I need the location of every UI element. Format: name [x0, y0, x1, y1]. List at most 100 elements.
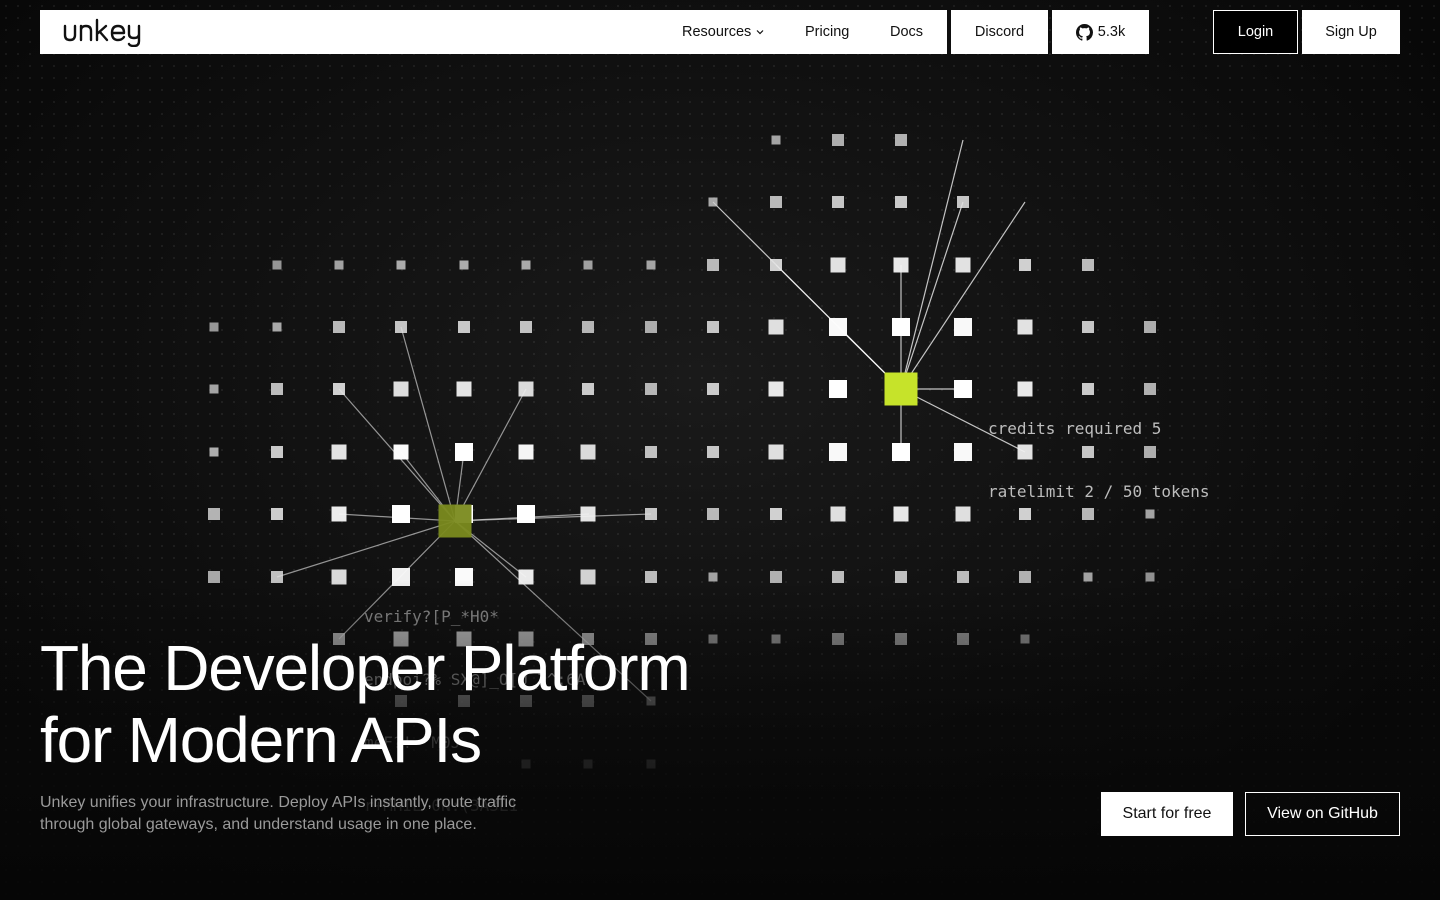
annotation-line: ratelimit 2 / 50 tokens [988, 482, 1210, 501]
connection-line [900, 201, 964, 390]
grid-node [645, 321, 657, 333]
grid-node [645, 571, 657, 583]
grid-node [768, 319, 784, 335]
grid-node [455, 443, 473, 461]
connection-line [900, 201, 1026, 390]
grid-node [955, 506, 971, 522]
github-icon [1075, 23, 1093, 41]
grid-node [708, 197, 718, 207]
github-stars-count: 5.3k [1097, 24, 1126, 40]
grid-node [1019, 259, 1031, 271]
discord-link[interactable]: Discord [951, 10, 1048, 54]
grid-node [892, 318, 910, 336]
grid-node [832, 571, 844, 583]
nav-resources-dropdown[interactable]: Resources [682, 10, 765, 54]
landing-page: credits required 5 ratelimit 2 / 50 toke… [0, 0, 1440, 900]
hero-title-line: The Developer Platform [40, 632, 691, 704]
grid-node [331, 569, 347, 585]
grid-node [520, 321, 532, 333]
grid-node [707, 259, 719, 271]
grid-node [333, 383, 345, 395]
hero-subtitle: Unkey unifies your infrastructure. Deplo… [40, 792, 580, 836]
grid-node [895, 633, 907, 645]
grid-node [707, 383, 719, 395]
grid-node [645, 446, 657, 458]
grid-node [393, 381, 409, 397]
grid-node [331, 506, 347, 522]
hero-subtitle-line: Unkey unifies your infrastructure. Deplo… [40, 794, 517, 811]
grid-node [893, 257, 909, 273]
grid-node [895, 134, 907, 146]
grid-node [393, 444, 409, 460]
login-button[interactable]: Login [1213, 10, 1298, 54]
grid-node [955, 257, 971, 273]
grid-node [1019, 571, 1031, 583]
grid-node [208, 571, 220, 583]
grid-node [1082, 321, 1094, 333]
grid-node [272, 322, 282, 332]
grid-node [771, 135, 781, 145]
grid-node [396, 260, 406, 270]
grid-node [954, 380, 972, 398]
start-for-free-button[interactable]: Start for free [1101, 792, 1233, 836]
nav-bar: Resources Pricing Docs [40, 10, 947, 54]
grid-node [1017, 319, 1033, 335]
grid-node [271, 571, 283, 583]
grid-node [271, 508, 283, 520]
grid-node [895, 571, 907, 583]
grid-node [580, 506, 596, 522]
grid-node [1020, 634, 1030, 644]
nav-docs-link[interactable]: Docs [890, 10, 923, 54]
grid-node [334, 260, 344, 270]
grid-node [209, 447, 219, 457]
grid-node [832, 633, 844, 645]
connection-line [454, 513, 652, 522]
grid-node [209, 384, 219, 394]
grid-node [1082, 259, 1094, 271]
grid-node [583, 260, 593, 270]
grid-node [1083, 572, 1093, 582]
grid-node [271, 446, 283, 458]
annotation-line: verify?[P_*H0* [364, 607, 499, 626]
grid-node [768, 444, 784, 460]
grid-node [521, 260, 531, 270]
view-on-github-button[interactable]: View on GitHub [1245, 792, 1400, 836]
grid-node [272, 260, 282, 270]
grid-node [770, 196, 782, 208]
unkey-logo[interactable] [62, 17, 150, 48]
grid-node [892, 443, 910, 461]
hero-title: The Developer Platform for Modern APIs [40, 632, 800, 776]
grid-node [832, 196, 844, 208]
grid-node [829, 443, 847, 461]
nav-resources-label: Resources [682, 24, 752, 40]
grid-node [1145, 572, 1155, 582]
chevron-down-icon [756, 30, 764, 35]
unkey-logo-mark [63, 18, 141, 48]
grid-node [830, 257, 846, 273]
grid-node [517, 505, 535, 523]
grid-node [458, 321, 470, 333]
top-navigation: Resources Pricing Docs Discord 5.3k Logi… [40, 10, 1400, 54]
grid-node [331, 444, 347, 460]
connection-line [400, 326, 456, 522]
signup-button[interactable]: Sign Up [1302, 10, 1400, 54]
hub-node [438, 504, 472, 538]
grid-node [829, 380, 847, 398]
hero-subtitle-line: through global gateways, and understand … [40, 816, 477, 833]
grid-node [832, 134, 844, 146]
grid-node [768, 381, 784, 397]
grid-node [708, 572, 718, 582]
grid-node [518, 444, 534, 460]
grid-node [333, 321, 345, 333]
grid-node [582, 383, 594, 395]
grid-node [395, 321, 407, 333]
github-stars-link[interactable]: 5.3k [1052, 10, 1149, 54]
grid-node [954, 318, 972, 336]
grid-node [770, 259, 782, 271]
grid-node [209, 322, 219, 332]
grid-node [770, 571, 782, 583]
grid-node [580, 444, 596, 460]
nav-pricing-link[interactable]: Pricing [805, 10, 849, 54]
grid-node [707, 446, 719, 458]
grid-node [208, 508, 220, 520]
